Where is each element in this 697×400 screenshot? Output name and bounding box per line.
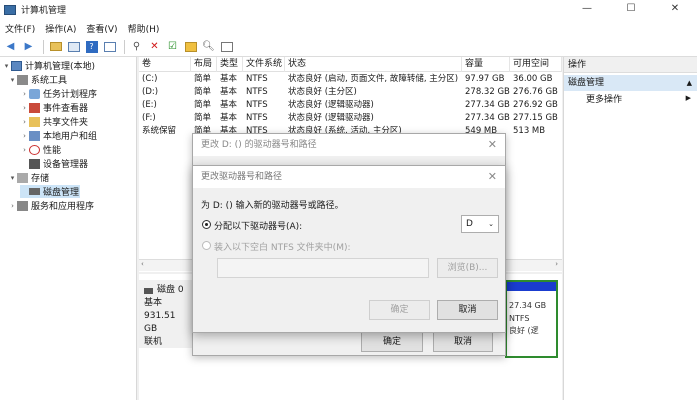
collapse-up-icon[interactable]: ▲ <box>687 75 692 91</box>
search-icon[interactable]: 🔍︎ <box>201 39 216 54</box>
assign-letter-label: 分配以下驱动器号(A): <box>214 222 303 232</box>
check-icon[interactable]: ☑ <box>165 39 180 54</box>
delete-icon[interactable]: ✕ <box>147 39 162 54</box>
subdialog-close-icon[interactable]: ✕ <box>488 166 497 188</box>
menu-action[interactable]: 操作(A) <box>40 22 81 35</box>
browse-button[interactable]: 浏览(B)... <box>437 258 498 278</box>
more-actions[interactable]: 更多操作 <box>586 93 622 107</box>
col-volume[interactable]: 卷 <box>139 57 191 72</box>
tree-item-storage[interactable]: ▾ 存储 <box>8 171 49 184</box>
subdialog-cancel-button[interactable]: 取消 <box>437 300 498 320</box>
table-row[interactable]: (C:) 简单 基本 NTFS 状态良好 (启动, 页面文件, 故障转储, 主分… <box>139 73 562 86</box>
up-folder-icon[interactable] <box>48 39 63 54</box>
users-icon <box>29 130 40 141</box>
title-bar: 计算机管理 — ☐ ✕ <box>0 0 697 19</box>
help-icon[interactable]: ? <box>84 39 99 54</box>
menu-bar: 文件(F) 操作(A) 查看(V) 帮助(H) <box>0 19 697 37</box>
tree-item-device-manager[interactable]: 设备管理器 <box>20 157 88 170</box>
menu-help[interactable]: 帮助(H) <box>123 22 165 35</box>
table-row[interactable]: (F:) 简单 基本 NTFS 状态良好 (逻辑驱动器) 277.34 GB 2… <box>139 112 562 125</box>
dialog-title: 更改 D: () 的驱动器号和路径 <box>193 134 505 156</box>
computer-icon <box>11 60 22 71</box>
tree-item-services-apps[interactable]: › 服务和应用程序 <box>8 199 94 212</box>
partition-block[interactable]: 27.34 GB NTFS 良好 (逻 <box>505 280 558 358</box>
tree-item-performance[interactable]: › 性能 <box>20 143 61 156</box>
folder-icon[interactable] <box>183 39 198 54</box>
tree-item-shared-folders[interactable]: › 共享文件夹 <box>20 115 88 128</box>
connect-icon[interactable]: ⚲ <box>129 39 144 54</box>
disk-icon <box>144 287 153 294</box>
toolbar: ◀ ▶ ? ⚲ ✕ ☑ 🔍︎ <box>0 37 697 57</box>
disk-info[interactable]: 磁盘 0 基本 931.51 GB 联机 <box>139 280 195 348</box>
actions-pane: 操作 磁盘管理 ▲ 更多操作 ▶ <box>563 57 697 400</box>
storage-icon <box>17 172 28 183</box>
window-title: 计算机管理 <box>21 6 67 16</box>
properties-icon[interactable] <box>102 39 117 54</box>
col-layout[interactable]: 布局 <box>191 57 217 72</box>
forward-icon[interactable]: ▶ <box>21 39 36 54</box>
collapse-arrow-icon[interactable]: › <box>20 146 29 154</box>
table-row[interactable]: (E:) 简单 基本 NTFS 状态良好 (逻辑驱动器) 277.34 GB 2… <box>139 99 562 112</box>
dialog1-cancel-button[interactable]: 取消 <box>433 332 493 352</box>
assign-letter-radio[interactable] <box>202 220 211 229</box>
prompt-text: 为 D: () 输入新的驱动器号或路径。 <box>201 201 344 211</box>
tree-item-local-users[interactable]: › 本地用户和组 <box>20 129 97 142</box>
collapse-arrow-icon[interactable]: › <box>20 118 29 126</box>
shared-folder-icon <box>29 116 40 127</box>
subdialog-title: 更改驱动器号和路径 <box>193 166 505 188</box>
scroll-right-icon[interactable]: › <box>555 260 558 268</box>
col-filesystem[interactable]: 文件系统 <box>243 57 285 72</box>
collapse-arrow-icon[interactable]: › <box>20 132 29 140</box>
tools-icon <box>17 74 28 85</box>
actions-header: 操作 <box>564 57 697 73</box>
services-icon <box>17 200 28 211</box>
col-status[interactable]: 状态 <box>285 57 462 72</box>
subdialog-ok-button[interactable]: 确定 <box>369 300 430 320</box>
mount-folder-radio[interactable] <box>202 241 211 250</box>
expand-arrow-icon[interactable]: ▾ <box>8 174 17 182</box>
show-hide-tree-icon[interactable] <box>66 39 81 54</box>
minimize-button[interactable]: — <box>565 0 609 19</box>
menu-view[interactable]: 查看(V) <box>81 22 122 35</box>
tree-item-task-scheduler[interactable]: › 任务计划程序 <box>20 87 97 100</box>
collapse-arrow-icon[interactable]: › <box>20 90 29 98</box>
event-log-icon <box>29 102 40 113</box>
disk-icon <box>29 188 40 195</box>
folder-path-input[interactable] <box>217 258 429 278</box>
mount-folder-label: 装入以下空白 NTFS 文件夹中(M): <box>214 243 351 253</box>
tree-item-event-viewer[interactable]: › 事件查看器 <box>20 101 88 114</box>
collapse-arrow-icon[interactable]: › <box>8 202 17 210</box>
scroll-left-icon[interactable]: ‹ <box>141 260 144 268</box>
maximize-button[interactable]: ☐ <box>609 0 653 19</box>
performance-icon <box>29 144 40 155</box>
tree-item-root[interactable]: ▾ 计算机管理(本地) <box>2 59 95 72</box>
chevron-down-icon[interactable]: ⌄ <box>488 216 494 232</box>
expand-arrow-icon[interactable]: ▾ <box>8 76 17 84</box>
tree-item-system-tools[interactable]: ▾ 系统工具 <box>8 73 67 86</box>
change-drive-letter-subdialog: 更改驱动器号和路径 ✕ 为 D: () 输入新的驱动器号或路径。 分配以下驱动器… <box>192 165 506 333</box>
dialog1-ok-button[interactable]: 确定 <box>361 332 423 352</box>
more-actions-arrow-icon[interactable]: ▶ <box>686 94 691 102</box>
tree-item-disk-management[interactable]: 磁盘管理 <box>20 185 80 198</box>
col-type[interactable]: 类型 <box>217 57 243 72</box>
drive-letter-select[interactable]: D ⌄ <box>461 215 499 233</box>
clock-icon <box>29 88 40 99</box>
col-free-space[interactable]: 可用空间 <box>510 57 562 72</box>
expand-arrow-icon[interactable]: ▾ <box>2 62 11 70</box>
computer-management-icon <box>4 4 16 15</box>
col-capacity[interactable]: 容量 <box>462 57 510 72</box>
close-button[interactable]: ✕ <box>653 0 697 19</box>
device-manager-icon <box>29 158 40 169</box>
collapse-arrow-icon[interactable]: › <box>20 104 29 112</box>
list-icon[interactable] <box>219 39 234 54</box>
dialog-close-icon[interactable]: ✕ <box>488 134 497 156</box>
navigation-tree: ▾ 计算机管理(本地) ▾ 系统工具 › 任务计划程序 › 事件查看器 › 共享… <box>0 57 137 400</box>
menu-file[interactable]: 文件(F) <box>0 22 40 35</box>
table-row[interactable]: (D:) 简单 基本 NTFS 状态良好 (主分区) 278.32 GB 276… <box>139 86 562 99</box>
table-header: 卷 布局 类型 文件系统 状态 容量 可用空间 <box>139 57 562 72</box>
back-icon[interactable]: ◀ <box>3 39 18 54</box>
actions-disk-management[interactable]: 磁盘管理 ▲ <box>564 75 697 91</box>
